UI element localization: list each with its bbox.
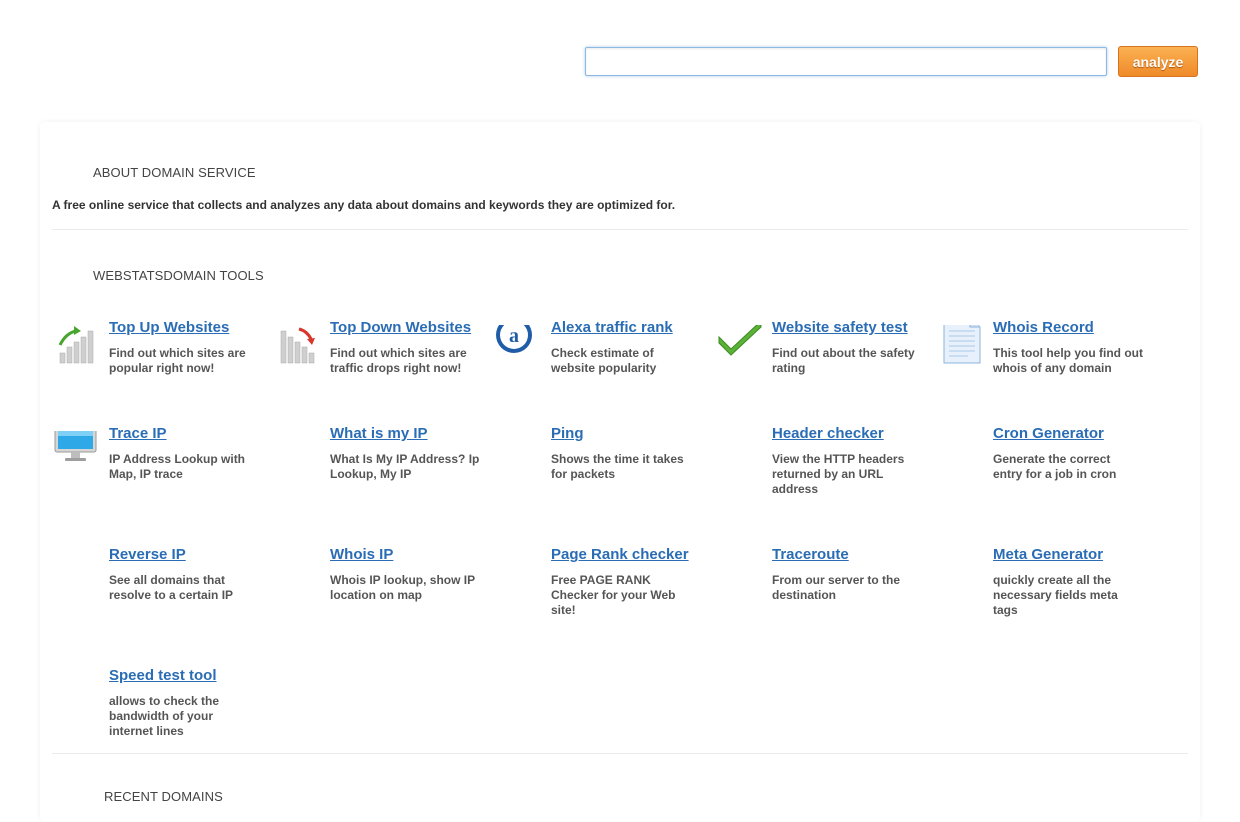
tool-link[interactable]: Header checker	[772, 425, 884, 442]
tools-heading: WEBSTATSDOMAIN TOOLS	[93, 268, 264, 283]
tool-link[interactable]: Traceroute	[772, 546, 849, 563]
tool-link[interactable]: Trace IP	[109, 425, 167, 442]
tool-description: Free PAGE RANK Checker for your Web site…	[551, 573, 676, 617]
alexa-logo-icon: a	[496, 317, 541, 370]
tool-link[interactable]: Alexa traffic rank	[551, 319, 673, 336]
tool-description: Generate the correct entry for a job in …	[993, 452, 1117, 481]
about-description: A free online service that collects and …	[52, 198, 676, 212]
tool-description: Check estimate of website popularity	[551, 346, 657, 375]
tool-link[interactable]: Top Up Websites	[109, 319, 229, 336]
tool-link[interactable]: Page Rank checker	[551, 546, 689, 563]
monitor-icon	[54, 424, 99, 476]
domain-search-input[interactable]	[585, 47, 1107, 76]
tool-description: See all domains that resolve to a certai…	[109, 573, 234, 602]
tool-link[interactable]: Cron Generator	[993, 425, 1104, 442]
tool-description: quickly create all the necessary fields …	[993, 573, 1118, 617]
document-icon	[938, 316, 983, 370]
svg-text:a: a	[509, 325, 519, 347]
trending-up-chart-icon	[54, 325, 99, 370]
tool-description: Shows the time it takes for packets	[551, 452, 684, 481]
analyze-button[interactable]: analyze	[1118, 46, 1198, 77]
tool-description: View the HTTP headers returned by an URL…	[772, 452, 905, 496]
tool-link[interactable]: Speed test tool	[109, 667, 217, 684]
tool-description: This tool help you find out whois of any…	[993, 346, 1143, 375]
tool-link[interactable]: Website safety test	[772, 319, 908, 336]
tool-link[interactable]: Whois IP	[330, 546, 393, 563]
tool-link[interactable]: Reverse IP	[109, 546, 186, 563]
tool-link[interactable]: Meta Generator	[993, 546, 1103, 563]
tool-description: Find out about the safety rating	[772, 346, 915, 375]
tool-link[interactable]: Whois Record	[993, 319, 1094, 336]
tool-description: Find out which sites are popular right n…	[109, 346, 246, 375]
tool-description: IP Address Lookup with Map, IP trace	[109, 452, 246, 481]
checkmark-icon	[717, 319, 762, 370]
tool-link[interactable]: Top Down Websites	[330, 319, 471, 336]
tool-link[interactable]: What is my IP	[330, 425, 428, 442]
tool-description: Find out which sites are traffic drops r…	[330, 346, 467, 375]
divider	[52, 229, 1188, 230]
divider	[52, 753, 1188, 754]
tool-description: What Is My IP Address? Ip Lookup, My IP	[330, 452, 480, 481]
tool-description: allows to check the bandwidth of your in…	[109, 694, 220, 738]
recent-domains-heading: RECENT DOMAINS	[104, 789, 223, 804]
trending-down-chart-icon	[275, 325, 320, 370]
tool-link[interactable]: Ping	[551, 425, 584, 442]
about-heading: ABOUT DOMAIN SERVICE	[93, 165, 256, 180]
tool-description: Whois IP lookup, show IP location on map	[330, 573, 475, 602]
tool-description: From our server to the destination	[772, 573, 901, 602]
